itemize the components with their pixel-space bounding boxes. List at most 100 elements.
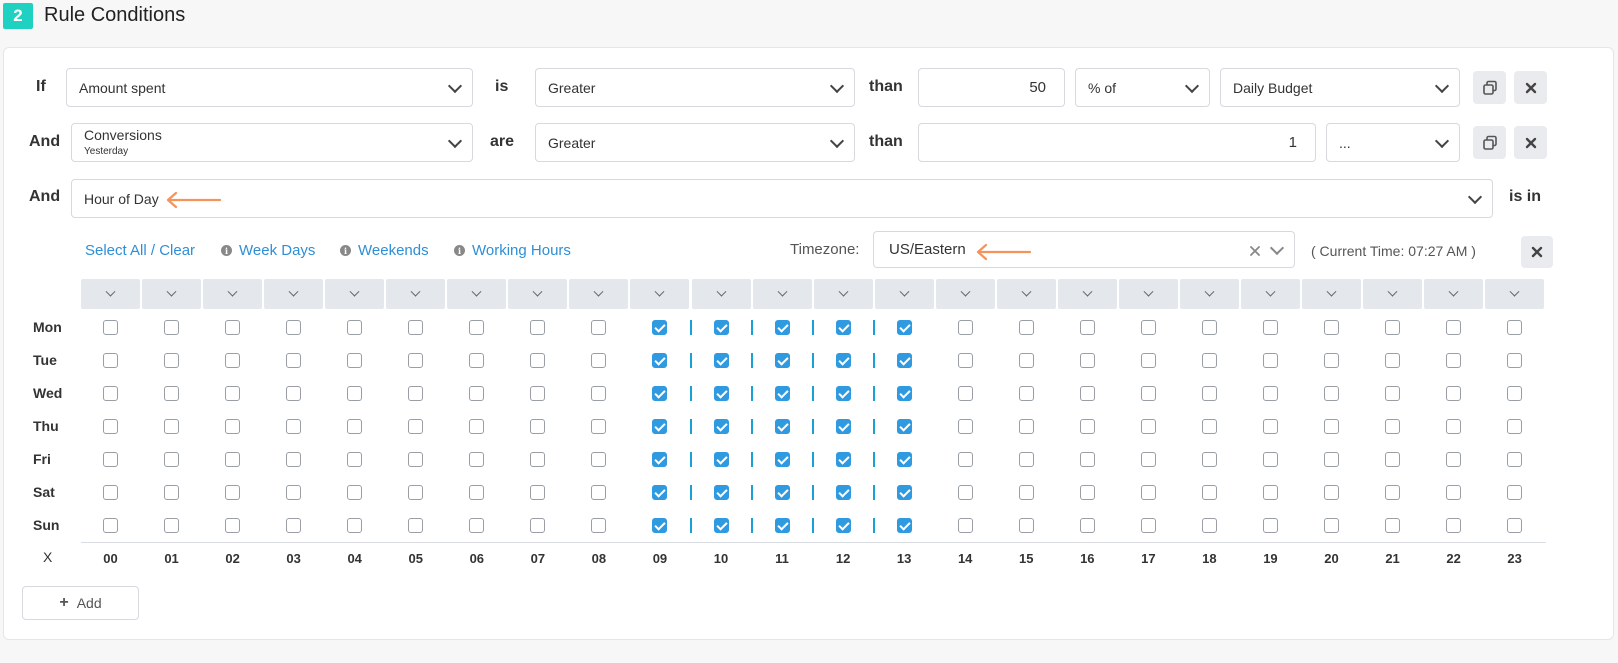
hour-checkbox[interactable] — [713, 451, 729, 467]
hour-checkbox[interactable] — [1018, 385, 1034, 401]
hour-checkbox[interactable] — [1140, 418, 1156, 434]
hour-checkbox[interactable] — [957, 451, 973, 467]
hour-checkbox[interactable] — [1262, 517, 1278, 533]
metric-select[interactable]: Conversions Yesterday — [71, 123, 473, 162]
hour-checkbox[interactable] — [286, 352, 302, 368]
hour-checkbox[interactable] — [286, 484, 302, 500]
day-label[interactable]: Sun — [33, 517, 63, 533]
unit-select[interactable]: % of — [1075, 68, 1210, 107]
hour-checkbox[interactable] — [1018, 517, 1034, 533]
hour-column-toggle[interactable] — [1302, 279, 1361, 309]
hour-checkbox[interactable] — [1018, 484, 1034, 500]
hour-checkbox[interactable] — [1446, 352, 1462, 368]
hour-checkbox[interactable] — [1446, 319, 1462, 335]
hour-checkbox[interactable] — [347, 418, 363, 434]
hour-checkbox[interactable] — [774, 418, 790, 434]
hour-checkbox[interactable] — [1507, 385, 1523, 401]
hour-checkbox[interactable] — [1201, 418, 1217, 434]
hour-checkbox[interactable] — [835, 484, 851, 500]
hour-checkbox[interactable] — [530, 484, 546, 500]
hour-checkbox[interactable] — [347, 352, 363, 368]
hour-checkbox[interactable] — [591, 418, 607, 434]
hour-checkbox[interactable] — [591, 517, 607, 533]
hour-checkbox[interactable] — [1201, 385, 1217, 401]
hour-column-toggle[interactable] — [569, 279, 629, 309]
hour-checkbox[interactable] — [652, 451, 668, 467]
hour-checkbox[interactable] — [652, 418, 668, 434]
hour-checkbox[interactable] — [957, 517, 973, 533]
hour-checkbox[interactable] — [1018, 451, 1034, 467]
hour-checkbox[interactable] — [1507, 319, 1523, 335]
timezone-select[interactable]: US/Eastern — [873, 231, 1295, 268]
hour-checkbox[interactable] — [1079, 484, 1095, 500]
hour-checkbox[interactable] — [286, 418, 302, 434]
hour-checkbox[interactable] — [835, 319, 851, 335]
hour-checkbox[interactable] — [286, 319, 302, 335]
hour-checkbox[interactable] — [713, 352, 729, 368]
hour-checkbox[interactable] — [164, 319, 180, 335]
hour-column-toggle[interactable] — [386, 279, 446, 309]
hour-checkbox[interactable] — [1507, 517, 1523, 533]
hour-checkbox[interactable] — [652, 319, 668, 335]
hour-checkbox[interactable] — [103, 418, 118, 434]
hour-column-toggle[interactable] — [203, 279, 263, 309]
hour-checkbox[interactable] — [1201, 319, 1217, 335]
hour-checkbox[interactable] — [957, 352, 973, 368]
hour-checkbox[interactable] — [408, 319, 424, 335]
hour-checkbox[interactable] — [1446, 517, 1462, 533]
metric-select[interactable]: Amount spent — [66, 68, 473, 107]
hour-checkbox[interactable] — [286, 517, 302, 533]
hour-checkbox[interactable] — [469, 385, 485, 401]
remove-hour-condition-button[interactable] — [1521, 236, 1553, 268]
hour-checkbox[interactable] — [896, 517, 912, 533]
hour-checkbox[interactable] — [713, 418, 729, 434]
hour-checkbox[interactable] — [1262, 484, 1278, 500]
day-label[interactable]: Fri — [33, 451, 63, 467]
hour-checkbox[interactable] — [957, 319, 973, 335]
hour-checkbox[interactable] — [1018, 418, 1034, 434]
hour-column-toggle[interactable] — [1240, 279, 1300, 309]
hour-checkbox[interactable] — [1324, 517, 1339, 533]
hour-checkbox[interactable] — [1507, 451, 1523, 467]
hour-checkbox[interactable] — [1262, 418, 1278, 434]
hour-checkbox[interactable] — [835, 418, 851, 434]
hour-checkbox[interactable] — [225, 319, 241, 335]
hour-checkbox[interactable] — [225, 517, 241, 533]
hour-checkbox[interactable] — [530, 451, 546, 467]
day-label[interactable]: Sat — [33, 484, 63, 500]
clear-icon[interactable] — [1250, 246, 1260, 256]
hour-checkbox[interactable] — [408, 484, 424, 500]
hour-checkbox[interactable] — [1201, 451, 1217, 467]
hour-checkbox[interactable] — [1507, 352, 1523, 368]
hour-checkbox[interactable] — [103, 451, 118, 467]
hour-checkbox[interactable] — [774, 517, 790, 533]
hour-column-toggle[interactable] — [142, 279, 202, 309]
add-condition-button[interactable]: + Add — [22, 586, 139, 620]
hour-checkbox[interactable] — [469, 451, 485, 467]
hour-checkbox[interactable] — [896, 319, 912, 335]
hour-checkbox[interactable] — [1079, 517, 1095, 533]
hour-checkbox[interactable] — [835, 451, 851, 467]
hour-checkbox[interactable] — [713, 319, 729, 335]
hour-checkbox[interactable] — [1446, 385, 1462, 401]
hour-checkbox[interactable] — [1324, 484, 1339, 500]
remove-condition-button[interactable] — [1514, 126, 1547, 159]
hour-checkbox[interactable] — [1262, 385, 1278, 401]
hour-checkbox[interactable] — [1262, 319, 1278, 335]
hour-column-toggle[interactable] — [874, 279, 934, 309]
hour-checkbox[interactable] — [530, 352, 546, 368]
hour-checkbox[interactable] — [1507, 484, 1523, 500]
hour-checkbox[interactable] — [347, 451, 363, 467]
hour-checkbox[interactable] — [408, 385, 424, 401]
hour-checkbox[interactable] — [1140, 352, 1156, 368]
hour-column-toggle[interactable] — [1118, 279, 1178, 309]
hour-checkbox[interactable] — [408, 517, 424, 533]
hour-checkbox[interactable] — [591, 385, 607, 401]
hour-checkbox[interactable] — [164, 451, 180, 467]
hour-checkbox[interactable] — [1018, 319, 1034, 335]
hour-checkbox[interactable] — [347, 385, 363, 401]
hour-checkbox[interactable] — [591, 484, 607, 500]
hour-checkbox[interactable] — [103, 319, 118, 335]
hour-checkbox[interactable] — [225, 451, 241, 467]
hour-checkbox[interactable] — [835, 352, 851, 368]
